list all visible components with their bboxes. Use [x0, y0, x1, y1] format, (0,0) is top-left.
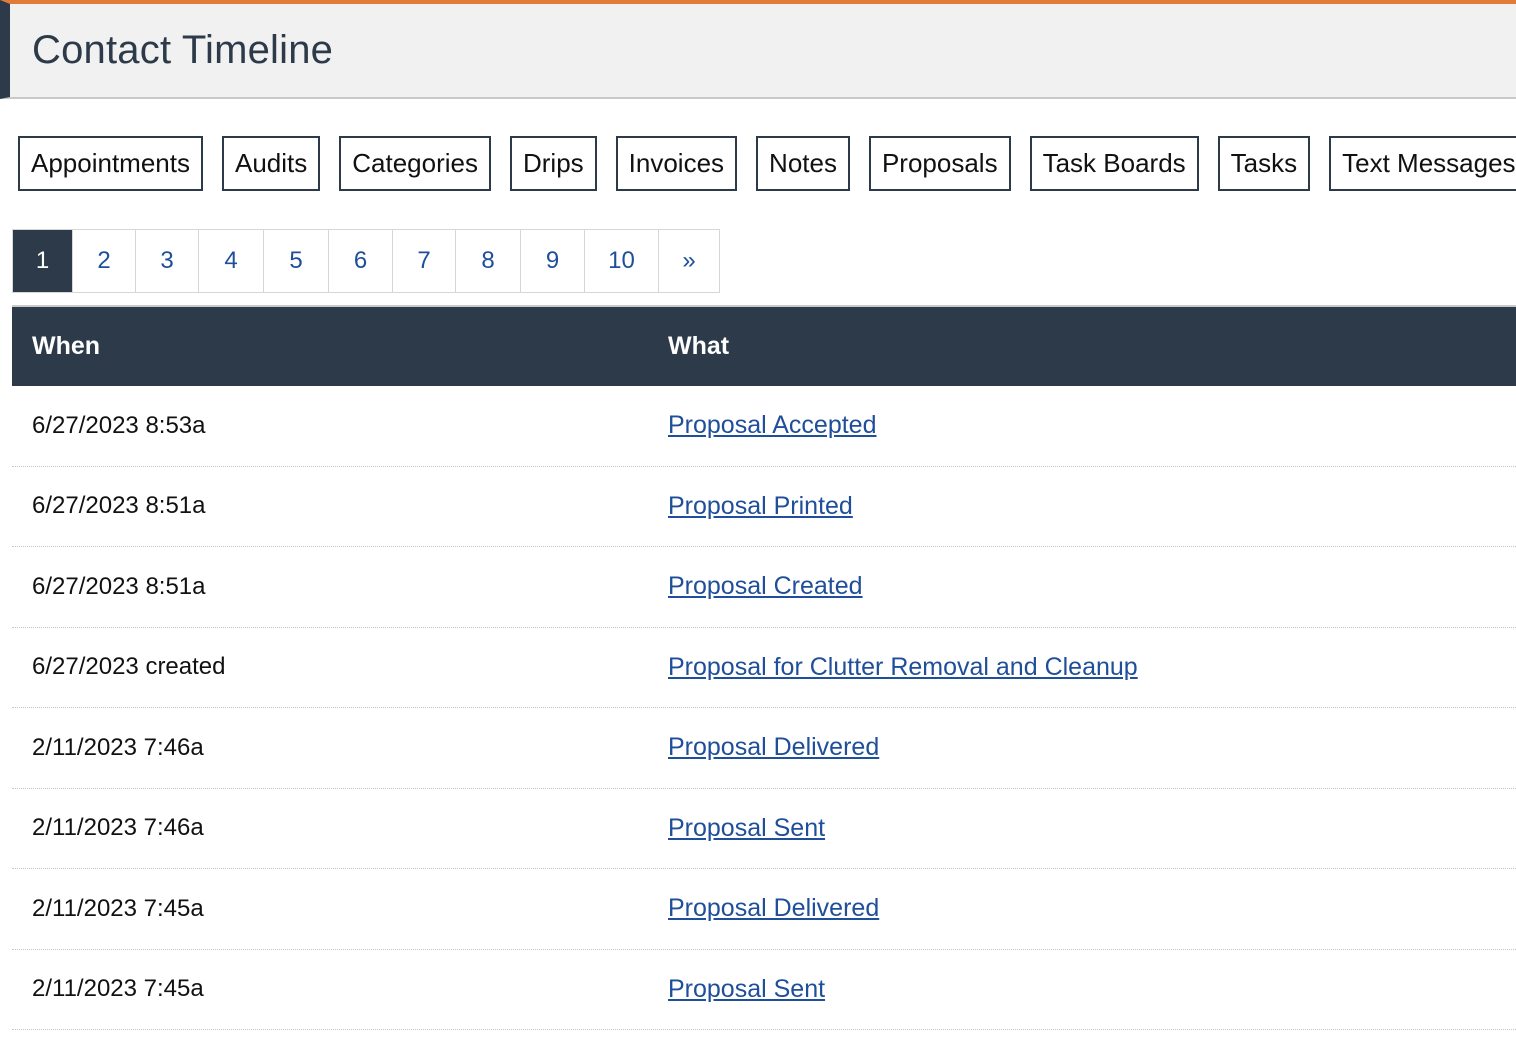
row-when: 6/27/2023 8:53a	[32, 411, 206, 439]
filter-button-audits[interactable]: Audits	[221, 136, 321, 191]
row-when: 2/11/2023 7:46a	[32, 814, 204, 842]
filter-button-invoices[interactable]: Invoices	[615, 136, 738, 191]
timeline-table: When What 6/27/2023 8:53a Proposal Accep…	[12, 305, 1516, 1030]
table-row: 6/27/2023 8:53a Proposal Accepted	[12, 386, 1516, 467]
page-link-6[interactable]: 6	[328, 230, 392, 292]
pagination: 1 2 3 4 5 6 7 8 9 10 »	[12, 229, 720, 293]
table-row: 6/27/2023 8:51a Proposal Printed	[12, 467, 1516, 547]
filter-button-task-boards[interactable]: Task Boards	[1029, 136, 1199, 191]
table-row: 2/11/2023 7:46a Proposal Delivered	[12, 708, 1516, 789]
row-what-link[interactable]: Proposal Sent	[668, 814, 825, 842]
page-link-10[interactable]: 10	[584, 230, 658, 292]
row-when: 2/11/2023 7:45a	[32, 894, 204, 922]
row-what-link[interactable]: Proposal for Clutter Removal and Cleanup	[668, 653, 1138, 681]
row-what-link[interactable]: Proposal Printed	[668, 492, 853, 520]
filter-button-drips[interactable]: Drips	[509, 136, 597, 191]
filter-button-proposals[interactable]: Proposals	[868, 136, 1011, 191]
row-what-link[interactable]: Proposal Delivered	[668, 894, 879, 922]
row-what-link[interactable]: Proposal Delivered	[668, 733, 879, 761]
table-row: 6/27/2023 8:51a Proposal Created	[12, 547, 1516, 628]
row-when: 2/11/2023 7:45a	[32, 975, 204, 1003]
column-header-what: What	[668, 332, 730, 360]
table-row: 2/11/2023 7:45a Proposal Delivered	[12, 869, 1516, 950]
row-when: 6/27/2023 8:51a	[32, 572, 206, 600]
filter-button-notes[interactable]: Notes	[756, 136, 850, 191]
row-when: 2/11/2023 7:46a	[32, 733, 204, 761]
row-what-link[interactable]: Proposal Sent	[668, 975, 825, 1003]
table-row: 2/11/2023 7:45a Proposal Sent	[12, 950, 1516, 1030]
page-link-5[interactable]: 5	[263, 230, 328, 292]
page-link-8[interactable]: 8	[455, 230, 520, 292]
page-link-1-current[interactable]: 1	[13, 230, 72, 292]
table-row: 6/27/2023 created Proposal for Clutter R…	[12, 628, 1516, 708]
filter-button-text-messages[interactable]: Text Messages	[1329, 136, 1516, 191]
filter-button-appointments[interactable]: Appointments	[18, 136, 203, 191]
page-link-4[interactable]: 4	[198, 230, 263, 292]
filter-button-categories[interactable]: Categories	[339, 136, 491, 191]
column-header-when: When	[32, 332, 101, 360]
table-header: When What	[12, 305, 1516, 386]
row-when: 6/27/2023 created	[32, 653, 226, 681]
row-what-link[interactable]: Proposal Accepted	[668, 411, 876, 439]
page-header: Contact Timeline	[0, 0, 1516, 99]
page-link-7[interactable]: 7	[392, 230, 455, 292]
filter-button-tasks[interactable]: Tasks	[1217, 136, 1311, 191]
page-link-9[interactable]: 9	[520, 230, 584, 292]
table-row: 2/11/2023 7:46a Proposal Sent	[12, 789, 1516, 869]
next-page-link[interactable]: »	[658, 230, 719, 292]
page-link-3[interactable]: 3	[135, 230, 198, 292]
page-link-2[interactable]: 2	[72, 230, 135, 292]
filter-button-bar: Appointments Audits Categories Drips Inv…	[18, 136, 1516, 191]
row-when: 6/27/2023 8:51a	[32, 492, 206, 520]
row-what-link[interactable]: Proposal Created	[668, 572, 863, 600]
page-title: Contact Timeline	[32, 28, 334, 72]
